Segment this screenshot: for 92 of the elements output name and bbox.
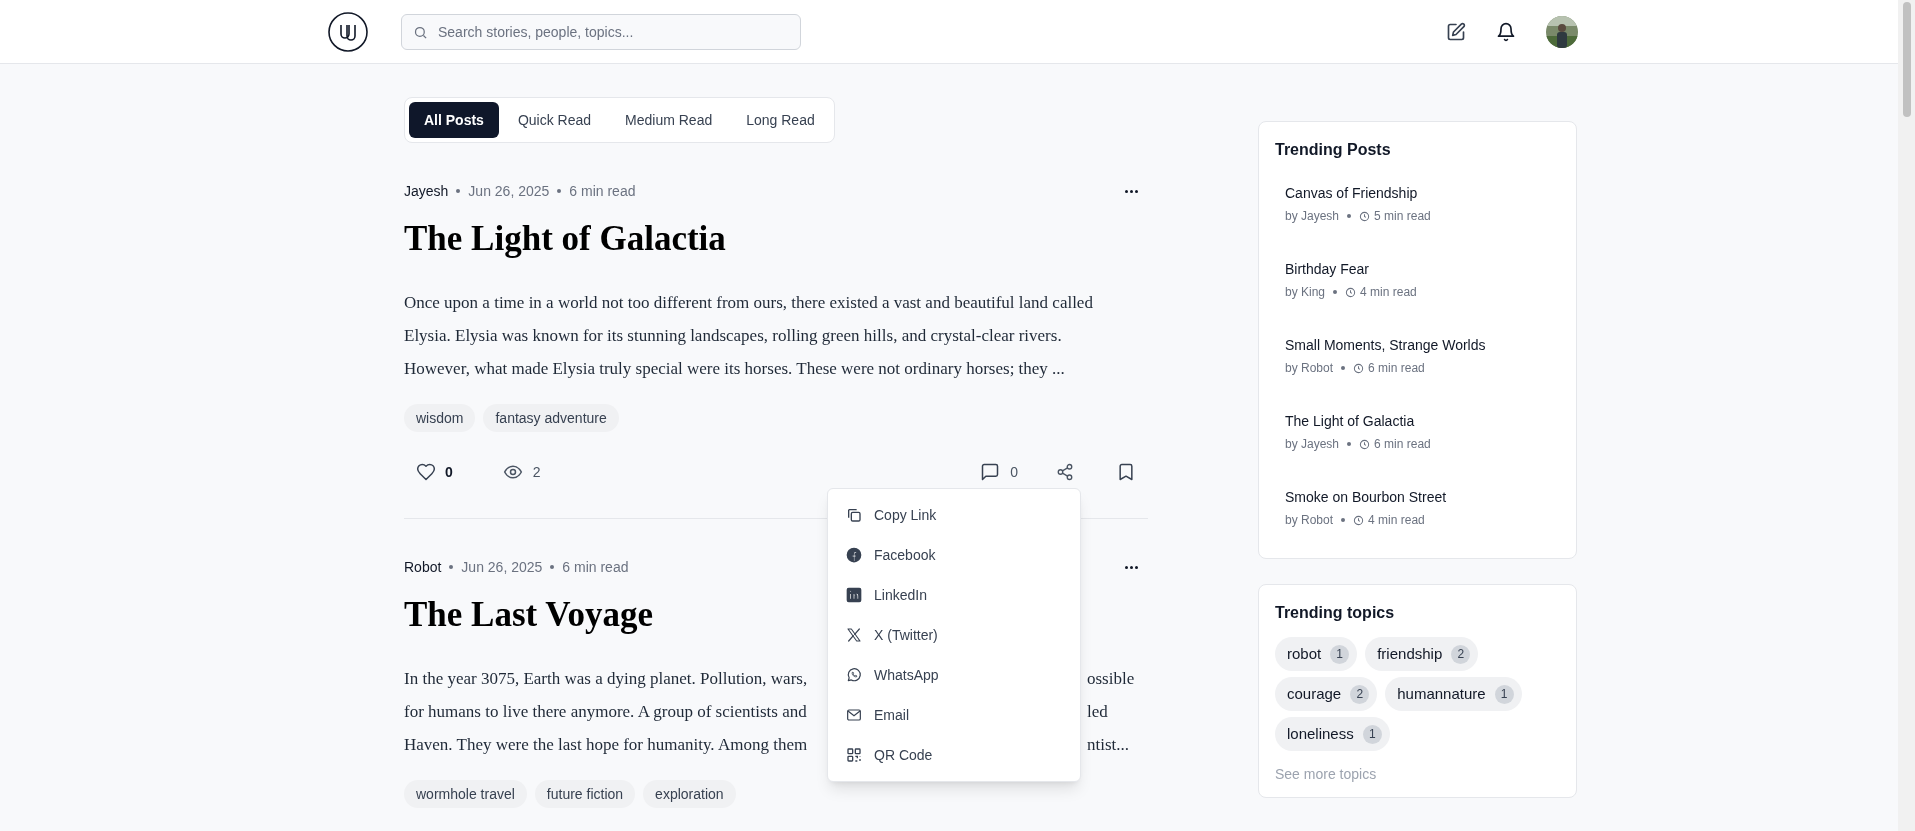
clock-icon xyxy=(1359,438,1371,450)
read-time: 4 min read xyxy=(1360,284,1417,301)
menu-item[interactable]: X (Twitter) xyxy=(828,615,1080,655)
topic-chip[interactable]: loneliness 1 xyxy=(1275,717,1390,751)
author-name: by Robot xyxy=(1285,512,1334,529)
read-time: 6 min read xyxy=(1368,360,1425,377)
count-badge: 1 xyxy=(1362,724,1382,744)
more-button[interactable] xyxy=(1125,189,1138,193)
view-count: 2 xyxy=(502,461,541,483)
topic-name: friendship xyxy=(1377,643,1443,664)
count-badge: 1 xyxy=(1330,644,1350,664)
author-name[interactable]: Robot xyxy=(404,556,442,578)
tag-chip[interactable]: fantasy adventure xyxy=(483,404,619,432)
filter-tab[interactable]: Medium Read xyxy=(610,102,728,138)
topic-name: courage xyxy=(1287,683,1342,704)
menu-item[interactable]: LinkedIn xyxy=(828,575,1080,615)
search-icon xyxy=(413,24,428,40)
author-name: by Jayesh xyxy=(1285,208,1340,225)
topic-name: loneliness xyxy=(1287,723,1354,744)
clock-icon xyxy=(1345,286,1357,298)
read-time: 6 min read xyxy=(569,181,636,201)
bell-icon[interactable] xyxy=(1496,21,1516,42)
excerpt-fragment: ossible xyxy=(1087,667,1135,690)
bookmark-icon[interactable] xyxy=(1116,462,1136,482)
topic-chip[interactable]: courage 2 xyxy=(1275,677,1378,711)
tag-chip[interactable]: wormhole travel xyxy=(404,780,527,808)
read-time: 6 min read xyxy=(1374,436,1431,453)
menu-item[interactable]: QR Code xyxy=(828,735,1080,775)
trending-post-title[interactable]: Small Moments, Strange Worlds xyxy=(1285,335,1550,356)
count-badge: 2 xyxy=(1350,684,1370,704)
excerpt-line: Haven. They were the last hope for humanity. Among them xyxy=(404,733,809,756)
tag-chip[interactable]: future fiction xyxy=(534,780,636,808)
facebook-icon xyxy=(846,547,862,563)
menu-item[interactable]: Copy Link xyxy=(828,495,1080,535)
linkedin-icon xyxy=(846,587,862,603)
excerpt-fragment: led xyxy=(1087,700,1108,723)
filter-tab[interactable]: All Posts xyxy=(409,102,499,138)
clock-icon xyxy=(1353,514,1365,526)
filter-tab[interactable]: Quick Read xyxy=(502,102,607,138)
trending-post-title[interactable]: The Light of Galactia xyxy=(1285,411,1550,432)
copy-icon xyxy=(846,507,862,523)
menu-item[interactable]: Facebook xyxy=(828,535,1080,575)
scrollbar[interactable] xyxy=(1898,0,1915,831)
clock-icon xyxy=(1353,362,1365,374)
topic-chip[interactable]: robot 1 xyxy=(1275,637,1358,671)
menu-item[interactable]: Email xyxy=(828,695,1080,735)
excerpt-line: In the year 3075, Earth was a dying planet. Pollution, wars, xyxy=(404,667,809,690)
excerpt-fragment: ntist... xyxy=(1087,733,1130,756)
excerpt-line: for humans to live there anymore. A group of scientists and xyxy=(404,700,808,723)
excerpt-line: Once upon a time in a world not too different from ours, there existed a vast and beautiful land called xyxy=(404,291,1093,314)
search-field[interactable]: Search stories, people, topics... xyxy=(401,13,801,50)
edit-icon[interactable] xyxy=(1446,21,1466,42)
menu-item[interactable]: WhatsApp xyxy=(828,655,1080,695)
read-time: 6 min read xyxy=(562,557,629,577)
more-button[interactable] xyxy=(1125,565,1138,569)
x-logo-icon xyxy=(846,627,862,643)
count-badge: 1 xyxy=(1494,684,1514,704)
like-button[interactable]: 0 xyxy=(416,461,453,483)
post-title[interactable]: The Light of Galactia xyxy=(404,218,726,260)
trending-post-title[interactable]: Canvas of Friendship xyxy=(1285,183,1550,204)
author-name[interactable]: Jayesh xyxy=(404,180,449,202)
topic-chip[interactable]: humannature 1 xyxy=(1385,677,1522,711)
topic-name: robot xyxy=(1287,643,1322,664)
count-badge: 2 xyxy=(1451,644,1471,664)
heart-icon xyxy=(416,462,436,482)
read-time: 5 min read xyxy=(1374,208,1431,225)
qr-code-icon xyxy=(846,747,862,763)
tag-chip[interactable]: exploration xyxy=(643,780,736,808)
trending-post-title[interactable]: Smoke on Bourbon Street xyxy=(1285,487,1550,508)
post-date: Jun 26, 2025 xyxy=(468,181,550,201)
card-title: Trending Posts xyxy=(1275,140,1392,160)
share-icon[interactable] xyxy=(1056,463,1074,481)
trending-post-title[interactable]: Birthday Fear xyxy=(1285,259,1550,280)
excerpt-line: Elysia. Elysia was known for its stunning landscapes, rolling green hills, and crystal-clear rivers. xyxy=(404,324,1062,347)
excerpt-line: However, what made Elysia truly special were its horses. These were not ordinary horses; they ... xyxy=(404,357,1065,380)
post-title[interactable]: The Last Voyage xyxy=(404,594,653,636)
mail-icon xyxy=(846,707,862,723)
post-date: Jun 26, 2025 xyxy=(461,557,543,577)
author-name: by King xyxy=(1285,284,1326,301)
author-name: by Jayesh xyxy=(1285,436,1340,453)
whatsapp-icon xyxy=(846,667,862,683)
read-time: 4 min read xyxy=(1368,512,1425,529)
clock-icon xyxy=(1359,210,1371,222)
comment-icon xyxy=(980,462,1001,482)
topic-chip[interactable]: friendship 2 xyxy=(1365,637,1479,671)
topic-name: humannature xyxy=(1397,683,1486,704)
comment-button[interactable]: 0 xyxy=(980,461,1018,483)
filter-tab[interactable]: Long Read xyxy=(731,102,830,138)
tag-chip[interactable]: wisdom xyxy=(404,404,476,432)
card-title: Trending topics xyxy=(1275,603,1396,623)
logo-icon[interactable] xyxy=(328,11,368,52)
author-name: by Robot xyxy=(1285,360,1334,377)
